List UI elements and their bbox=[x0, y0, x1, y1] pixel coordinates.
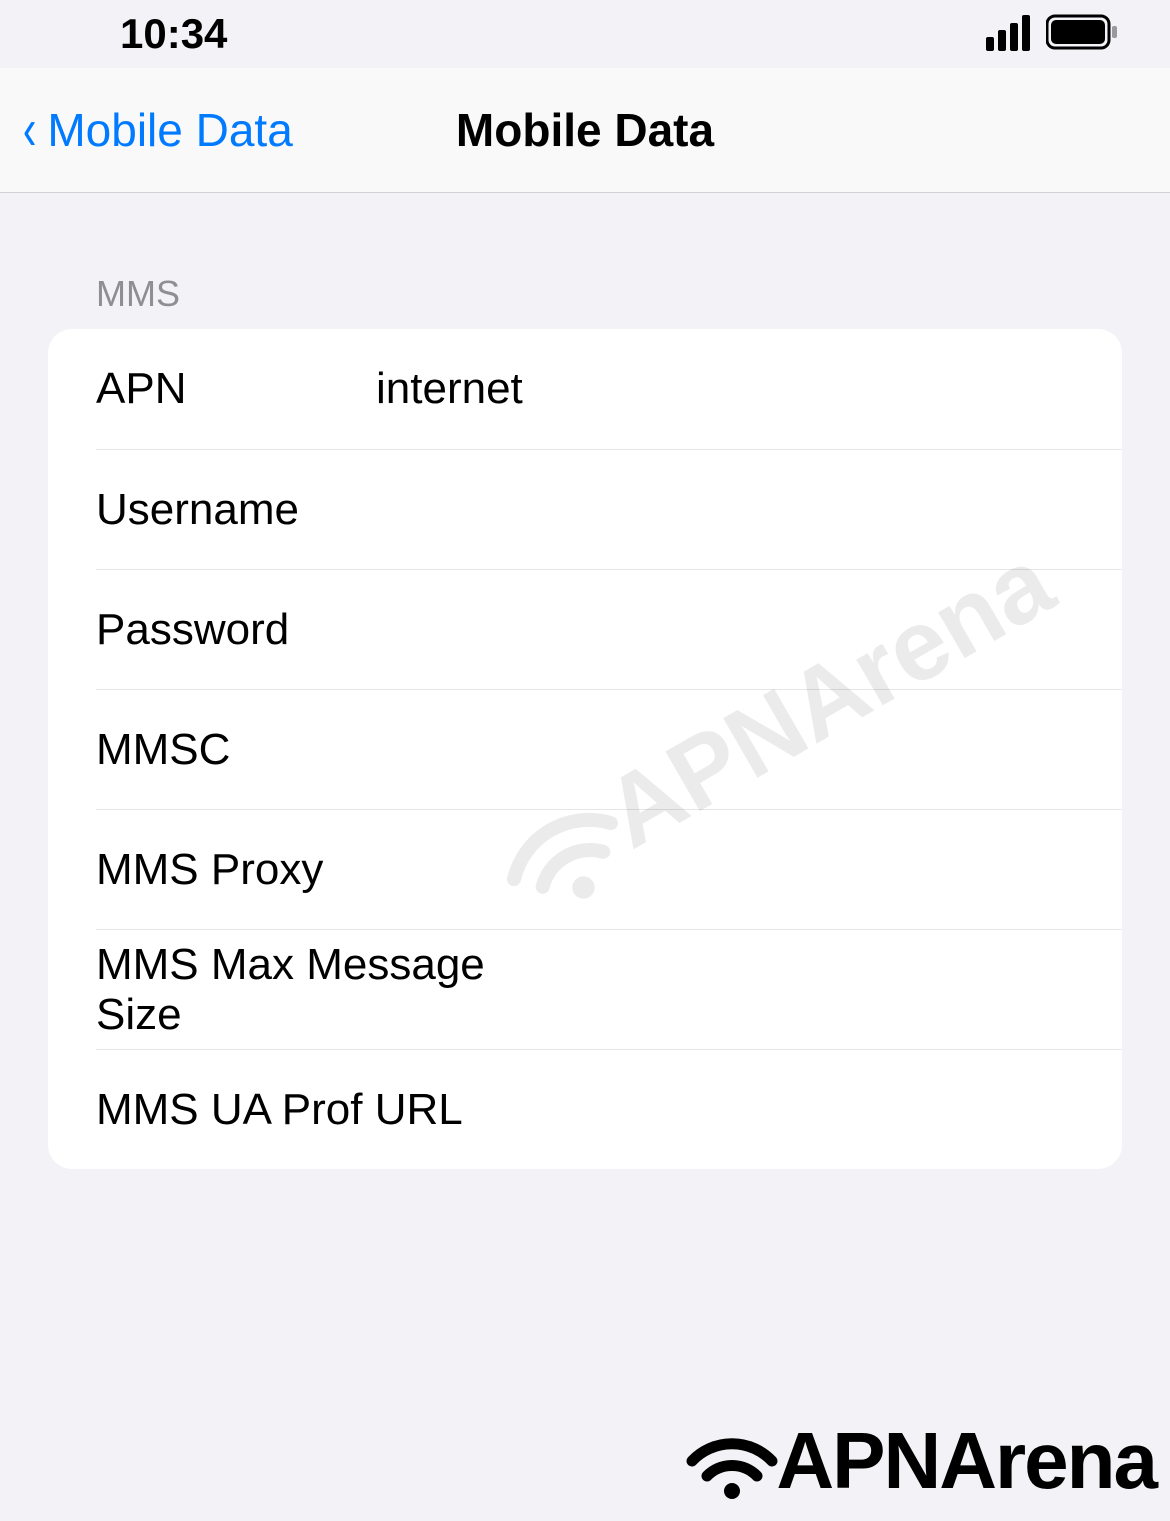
back-button-label: Mobile Data bbox=[47, 103, 292, 157]
cellular-signal-icon bbox=[986, 13, 1036, 56]
content-area: MMS APN Username Password MMSC MMS Proxy… bbox=[0, 193, 1170, 1169]
apn-label: APN bbox=[96, 364, 376, 414]
mms-ua-input[interactable] bbox=[463, 1085, 1122, 1135]
status-indicators bbox=[986, 13, 1120, 56]
mms-proxy-row[interactable]: MMS Proxy bbox=[96, 809, 1122, 929]
mmsc-label: MMSC bbox=[96, 725, 376, 775]
apn-row[interactable]: APN bbox=[48, 329, 1122, 449]
username-label: Username bbox=[96, 485, 376, 535]
navigation-bar: ‹ Mobile Data Mobile Data bbox=[0, 68, 1170, 193]
battery-icon bbox=[1046, 14, 1120, 55]
back-button[interactable]: ‹ Mobile Data bbox=[20, 101, 293, 159]
watermark-text: APNArena bbox=[776, 1415, 1156, 1507]
password-label: Password bbox=[96, 605, 376, 655]
mms-max-label: MMS Max Message Size bbox=[96, 940, 527, 1040]
mmsc-input[interactable] bbox=[376, 725, 1122, 775]
status-time: 10:34 bbox=[120, 10, 227, 58]
status-bar: 10:34 bbox=[0, 0, 1170, 68]
username-input[interactable] bbox=[376, 485, 1122, 535]
username-row[interactable]: Username bbox=[96, 449, 1122, 569]
mms-proxy-input[interactable] bbox=[376, 845, 1122, 895]
password-row[interactable]: Password bbox=[96, 569, 1122, 689]
password-input[interactable] bbox=[376, 605, 1122, 655]
wifi-icon bbox=[682, 1411, 782, 1511]
section-header-mms: MMS bbox=[48, 273, 1122, 329]
mms-max-row[interactable]: MMS Max Message Size bbox=[96, 929, 1122, 1049]
apn-input[interactable] bbox=[376, 364, 1122, 414]
settings-group-mms: APN Username Password MMSC MMS Proxy MMS… bbox=[48, 329, 1122, 1169]
watermark-bottom: APNArena bbox=[682, 1411, 1156, 1511]
mms-proxy-label: MMS Proxy bbox=[96, 845, 376, 895]
chevron-left-icon: ‹ bbox=[23, 101, 37, 159]
mmsc-row[interactable]: MMSC bbox=[96, 689, 1122, 809]
page-title: Mobile Data bbox=[456, 103, 714, 157]
mms-ua-label: MMS UA Prof URL bbox=[96, 1085, 463, 1135]
mms-max-input[interactable] bbox=[527, 965, 1122, 1015]
mms-ua-row[interactable]: MMS UA Prof URL bbox=[96, 1049, 1122, 1169]
